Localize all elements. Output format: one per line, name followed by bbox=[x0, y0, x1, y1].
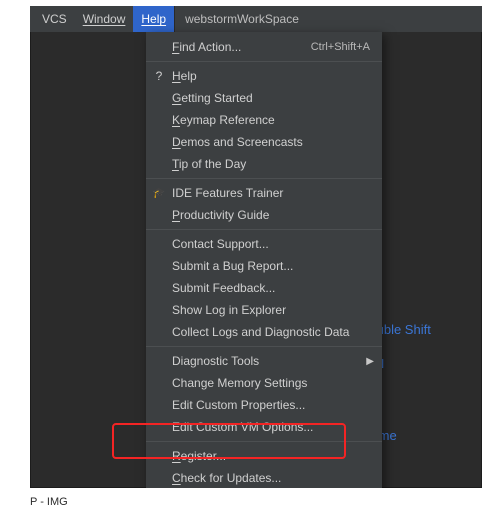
menu-item-label: Submit a Bug Report... bbox=[172, 259, 370, 273]
menu-item[interactable]: Submit Feedback... bbox=[146, 277, 382, 299]
menu-item[interactable]: 🎓 IDE Features Trainer bbox=[146, 182, 382, 204]
menu-separator bbox=[146, 178, 382, 179]
menu-label: Window bbox=[83, 12, 126, 26]
menu-item-label: Productivity Guide bbox=[172, 208, 370, 222]
menu-help[interactable]: Help bbox=[133, 6, 174, 32]
menu-separator bbox=[146, 229, 382, 230]
menu-item[interactable]: Show Log in Explorer bbox=[146, 299, 382, 321]
menu-item[interactable]: Check for Updates... bbox=[146, 467, 382, 488]
menu-item[interactable]: Collect Logs and Diagnostic Data bbox=[146, 321, 382, 343]
menu-item-label: Contact Support... bbox=[172, 237, 370, 251]
menu-item-label: Tip of the Day bbox=[172, 157, 370, 171]
menu-item-label: Check for Updates... bbox=[172, 471, 370, 485]
chevron-right-icon: ▶ bbox=[366, 356, 374, 367]
menu-item-label: Edit Custom Properties... bbox=[172, 398, 370, 412]
menu-item[interactable]: Tip of the Day bbox=[146, 153, 382, 175]
ide-window: VCS Window Help webstormWorkSpace Double… bbox=[30, 6, 482, 488]
menu-item-label: Collect Logs and Diagnostic Data bbox=[172, 325, 370, 339]
menu-item[interactable]: Change Memory Settings bbox=[146, 372, 382, 394]
menu-item[interactable]: Demos and Screencasts bbox=[146, 131, 382, 153]
menu-item[interactable]: Contact Support... bbox=[146, 233, 382, 255]
menu-item-label: Submit Feedback... bbox=[172, 281, 370, 295]
menu-item[interactable]: Submit a Bug Report... bbox=[146, 255, 382, 277]
menu-item[interactable]: Find Action... Ctrl+Shift+A bbox=[146, 36, 382, 58]
menu-item-label: Demos and Screencasts bbox=[172, 135, 370, 149]
menu-item-label: Edit Custom VM Options... bbox=[172, 420, 370, 434]
menu-bar: VCS Window Help webstormWorkSpace bbox=[30, 6, 482, 32]
menu-item[interactable]: Getting Started bbox=[146, 87, 382, 109]
menu-item-label: Find Action... bbox=[172, 40, 301, 54]
menu-item-label: Show Log in Explorer bbox=[172, 303, 370, 317]
menu-item[interactable]: Register... bbox=[146, 445, 382, 467]
menu-separator bbox=[146, 61, 382, 62]
grad-cap-icon: 🎓 bbox=[152, 188, 166, 199]
project-name: webstormWorkSpace bbox=[175, 12, 309, 26]
menu-item-label: Diagnostic Tools bbox=[172, 354, 370, 368]
menu-item-label: Register... bbox=[172, 449, 370, 463]
menu-separator bbox=[146, 346, 382, 347]
menu-window[interactable]: Window bbox=[75, 6, 134, 32]
menu-item-label: Getting Started bbox=[172, 91, 370, 105]
footer-caption: P - IMG bbox=[30, 496, 68, 508]
menu-item[interactable]: Edit Custom Properties... bbox=[146, 394, 382, 416]
menu-item-label: Change Memory Settings bbox=[172, 376, 370, 390]
menu-label: VCS bbox=[42, 12, 67, 26]
menu-item-label: Help bbox=[172, 69, 370, 83]
menu-label: Help bbox=[141, 12, 166, 26]
menu-item[interactable]: Productivity Guide bbox=[146, 204, 382, 226]
menu-shortcut: Ctrl+Shift+A bbox=[311, 41, 370, 53]
menu-item[interactable]: Keymap Reference bbox=[146, 109, 382, 131]
menu-item[interactable]: Diagnostic Tools▶ bbox=[146, 350, 382, 372]
menu-item[interactable]: Edit Custom VM Options... bbox=[146, 416, 382, 438]
menu-item[interactable]: ? Help bbox=[146, 65, 382, 87]
menu-separator bbox=[146, 441, 382, 442]
help-dropdown: Find Action... Ctrl+Shift+A? Help Getting S… bbox=[146, 32, 382, 488]
menu-vcs[interactable]: VCS bbox=[34, 6, 75, 32]
help-icon: ? bbox=[152, 69, 166, 83]
menu-item-label: IDE Features Trainer bbox=[172, 186, 370, 200]
menu-item-label: Keymap Reference bbox=[172, 113, 370, 127]
